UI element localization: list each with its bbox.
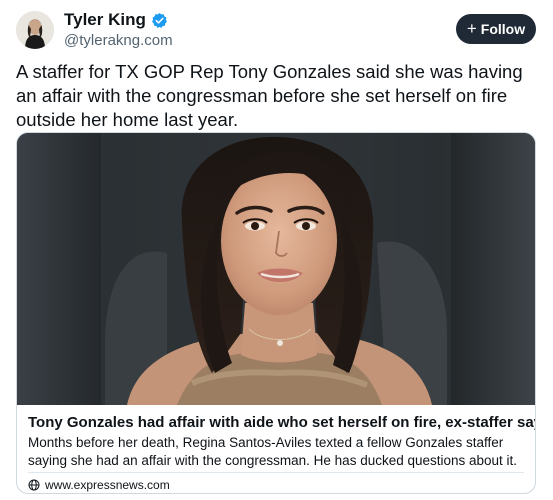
follow-button[interactable]: + Follow [456,14,536,44]
card-divider [28,472,524,473]
post-text: A staffer for TX GOP Rep Tony Gonzales s… [16,61,523,130]
card-description: Months before her death, Regina Santos-A… [28,435,518,468]
author-avatar[interactable] [16,11,54,49]
card-source-url: www.expressnews.com [45,478,170,492]
author-name[interactable]: Tyler King [64,9,168,31]
follow-button-label: Follow [480,21,526,37]
post-card: Tyler King @tylerakng.com + Follow A sta… [0,0,553,500]
card-image[interactable] [17,133,535,405]
globe-icon [28,479,40,491]
plus-icon: + [466,19,477,38]
author-name-text: Tyler King [64,10,146,29]
card-source[interactable]: www.expressnews.com [28,477,170,493]
verified-badge-icon [151,12,168,29]
author-handle[interactable]: @tylerakng.com [64,32,173,50]
card-title[interactable]: Tony Gonzales had affair with aide who s… [28,413,535,432]
link-preview-card[interactable]: Tony Gonzales had affair with aide who s… [16,132,536,494]
